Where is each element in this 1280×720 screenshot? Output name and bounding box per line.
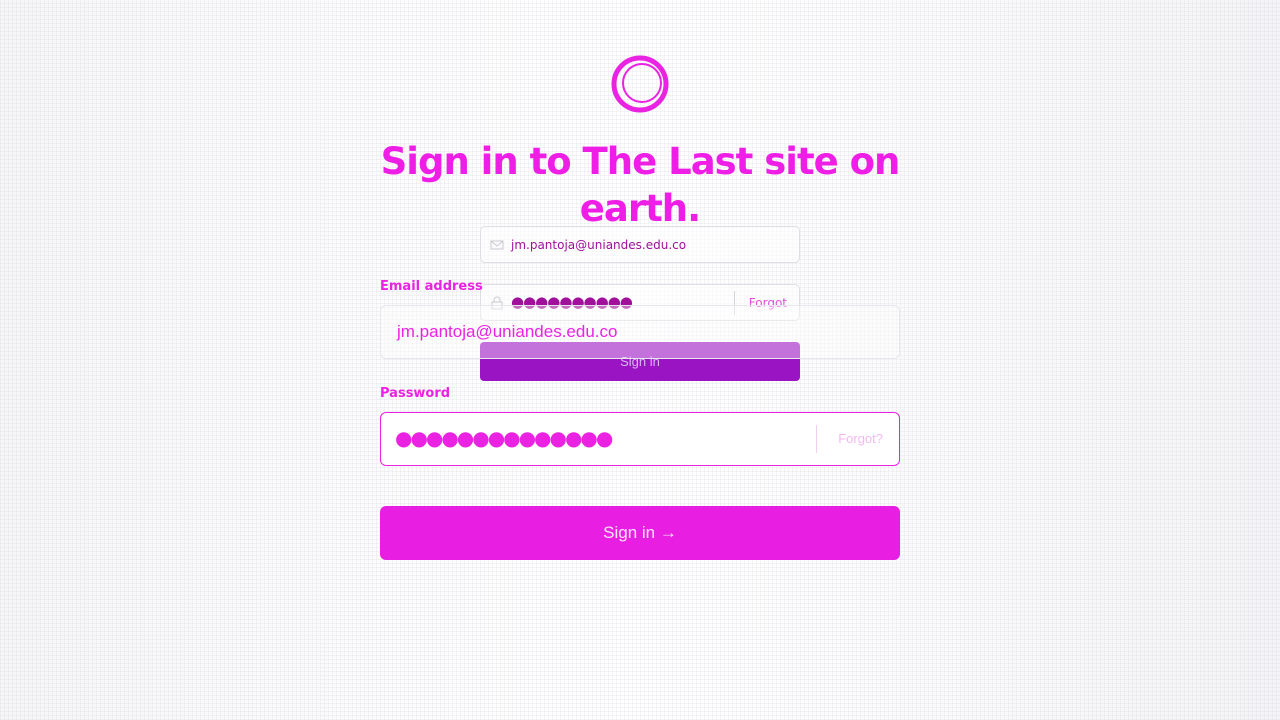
password-field[interactable]: ●●●●●●●●●●●●●● Forgot? [380,412,900,466]
mail-icon [490,240,504,250]
email-value: jm.pantoja@uniandes.edu.co [397,322,618,341]
page-title: Sign in to The Last site on earth. [380,140,901,230]
ghost-email-field[interactable]: jm.pantoja@uniandes.edu.co [480,226,800,263]
forgot-password-link[interactable]: Forgot? [838,431,883,446]
password-label: Password [380,386,451,401]
sign-in-button[interactable]: Sign in → [380,506,900,560]
email-label: Email address [380,279,483,294]
password-divider [816,425,817,453]
ghost-email-value: jm.pantoja@uniandes.edu.co [511,238,687,252]
circle-logo-icon [611,55,669,113]
email-field[interactable]: jm.pantoja@uniandes.edu.co [380,305,900,359]
password-mask: ●●●●●●●●●●●●●● [395,426,613,450]
